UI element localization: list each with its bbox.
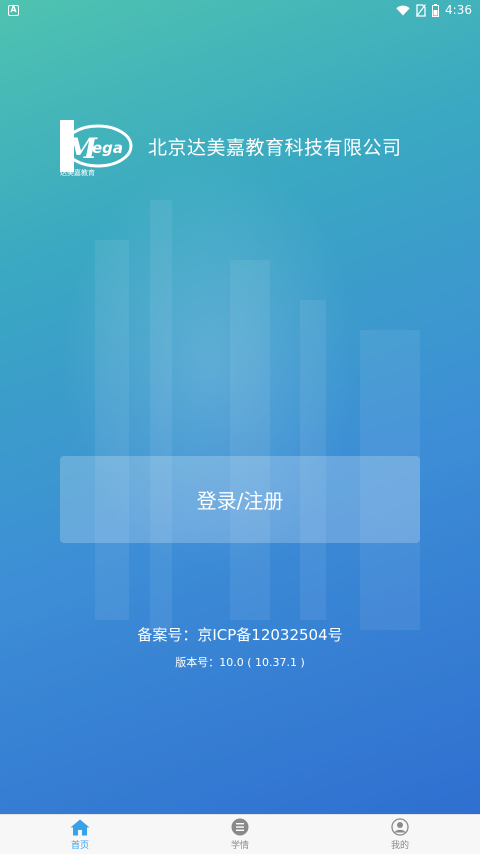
home-icon	[70, 819, 90, 835]
logo-caption: 达美嘉教育	[60, 169, 95, 177]
list-icon	[231, 818, 249, 836]
status-time: 4:36	[445, 3, 472, 17]
no-sim-icon	[416, 3, 427, 17]
mega-logo: M ega 达美嘉教育	[58, 118, 134, 182]
battery-icon	[432, 3, 440, 17]
app-notification-icon: A	[8, 4, 19, 16]
version-info: 版本号：10.0 ( 10.37.1 )	[175, 656, 305, 669]
company-name: 北京达美嘉教育科技有限公司	[148, 136, 402, 159]
tab-study-label: 学情	[230, 841, 249, 851]
tab-home-label: 首页	[70, 840, 89, 851]
tab-mine[interactable]: 我的	[320, 815, 480, 854]
tab-home[interactable]: 首页	[0, 815, 160, 854]
tab-study[interactable]: 学情	[160, 815, 320, 854]
tab-mine-label: 我的	[390, 841, 409, 851]
wifi-icon	[396, 5, 410, 15]
icp-record: 备案号：京ICP备12032504号	[137, 626, 343, 644]
profile-icon	[391, 818, 409, 836]
brand-header: M ega 达美嘉教育 北京达美嘉教育科技有限公司	[58, 118, 438, 182]
status-bar: A 4:36	[0, 0, 480, 20]
login-register-button[interactable]: 登录/注册	[60, 456, 420, 543]
bottom-tab-bar: 首页 学情 我的	[0, 814, 480, 854]
svg-text:ega: ega	[92, 139, 123, 157]
